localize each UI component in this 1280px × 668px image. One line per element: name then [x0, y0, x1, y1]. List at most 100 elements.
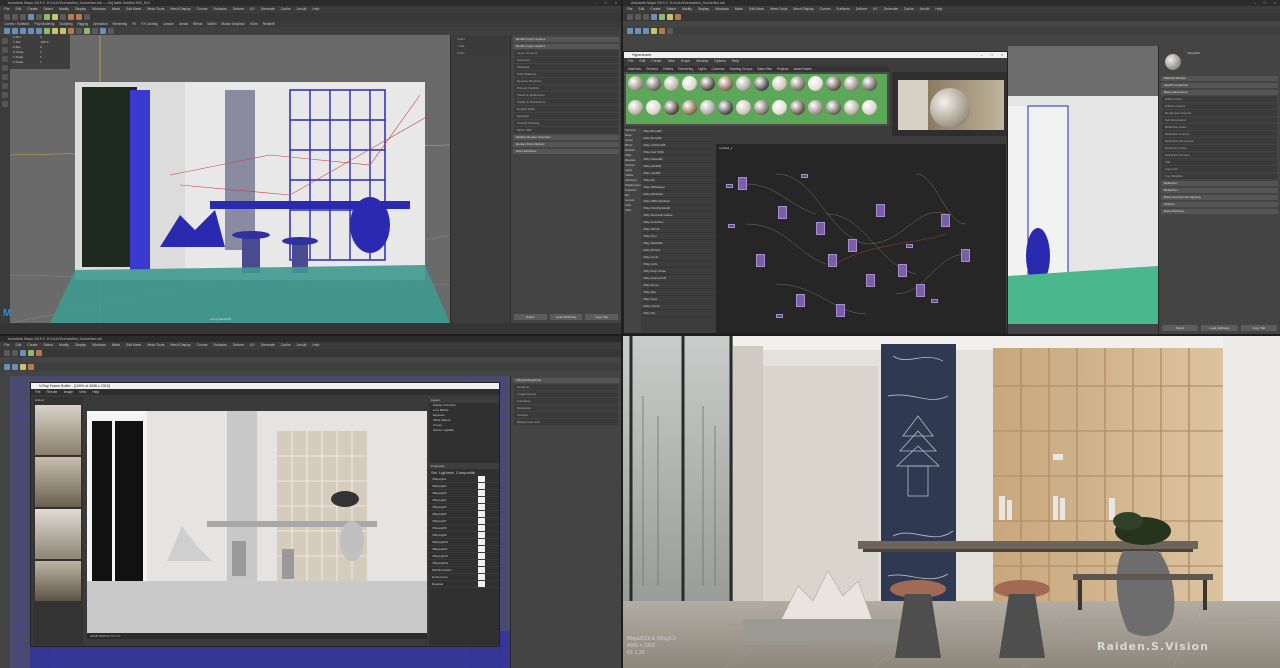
- menu-item[interactable]: Arnold: [297, 6, 307, 13]
- material-thumbnail[interactable]: [772, 76, 787, 91]
- lightmix-tab[interactable]: Composite: [456, 470, 475, 475]
- create-node-item[interactable]: VRay Mtl2Sided: [641, 191, 713, 198]
- snap-grid-icon[interactable]: [659, 14, 665, 20]
- move-tool-icon[interactable]: [2, 65, 8, 71]
- sphere-icon[interactable]: [4, 28, 10, 34]
- shader-node[interactable]: [848, 239, 857, 252]
- menu-item[interactable]: Mesh Tools: [147, 342, 164, 349]
- menu-item[interactable]: Display: [75, 6, 86, 13]
- material-thumbnail[interactable]: [808, 100, 823, 115]
- browser-tab[interactable]: Materials: [628, 66, 641, 72]
- material-thumbnail[interactable]: [754, 100, 769, 115]
- menu-item[interactable]: File: [627, 6, 632, 13]
- snap-grid-icon[interactable]: [44, 14, 50, 20]
- browser-tab[interactable]: Shading Groups: [729, 66, 752, 72]
- menu-item[interactable]: Deform: [233, 342, 244, 349]
- attr-section-header[interactable]: Material Sample: [1161, 76, 1278, 81]
- material-thumbnail[interactable]: [700, 76, 715, 91]
- attr-section-header[interactable]: Options: [1161, 202, 1278, 207]
- new-scene-icon[interactable]: [4, 350, 10, 356]
- shader-node[interactable]: [898, 264, 907, 277]
- menu-item[interactable]: Graph: [681, 58, 690, 64]
- menu-item[interactable]: View: [79, 389, 86, 395]
- attr-row[interactable]: Opposite: [514, 113, 618, 119]
- material-thumbnail[interactable]: [664, 76, 679, 91]
- shader-node[interactable]: [756, 254, 765, 267]
- menu-item[interactable]: UV: [250, 342, 255, 349]
- menu-item[interactable]: Mesh Tools: [770, 6, 787, 13]
- select-icon[interactable]: [20, 350, 26, 356]
- lightmix-row[interactable]: Self-illumination: [429, 567, 499, 574]
- menu-item[interactable]: File: [4, 6, 9, 13]
- save-icon[interactable]: [12, 350, 18, 356]
- material-thumbnail[interactable]: [628, 76, 643, 91]
- menu-item[interactable]: Modify: [682, 6, 692, 13]
- create-node-item[interactable]: VRay Texel: [641, 296, 713, 303]
- select-icon[interactable]: [28, 14, 34, 20]
- snap-grid-icon[interactable]: [28, 350, 34, 356]
- load-attributes-button[interactable]: Load Attributes: [549, 314, 583, 320]
- file-node[interactable]: [776, 314, 783, 318]
- attr-row[interactable]: Refraction Amount: [1162, 152, 1277, 158]
- menu-item[interactable]: Tabs: [668, 58, 675, 64]
- lasso-tool-icon[interactable]: [2, 47, 8, 53]
- viewport-persp[interactable]: [1008, 46, 1158, 324]
- menu-item[interactable]: Mesh Display: [170, 342, 190, 349]
- create-node-item[interactable]: VRay FlakesMtl: [641, 156, 713, 163]
- menu-item[interactable]: Windows: [92, 342, 106, 349]
- layout-four-icon[interactable]: [2, 101, 8, 107]
- cube-icon[interactable]: [12, 28, 18, 34]
- create-node-item[interactable]: VRay Skin: [641, 289, 713, 296]
- material-thumbnail[interactable]: [718, 76, 733, 91]
- attr-row[interactable]: Background color: [514, 419, 618, 425]
- create-node-item[interactable]: VRay Plugin Node: [641, 268, 713, 275]
- lightmix-row[interactable]: Residual: [429, 581, 499, 588]
- plane-icon[interactable]: [36, 28, 42, 34]
- lightmix-row[interactable]: VRayLight7: [429, 518, 499, 525]
- open-icon[interactable]: [12, 14, 18, 20]
- menu-item[interactable]: Mesh: [112, 342, 120, 349]
- attr-section-header[interactable]: Extra Attributes: [1161, 209, 1278, 214]
- menu-item[interactable]: Surfaces: [213, 342, 226, 349]
- lightmix-row[interactable]: VRayLight9: [429, 532, 499, 539]
- attr-row[interactable]: Self-Illumination: [1162, 117, 1277, 123]
- menu-item[interactable]: Generate: [884, 6, 898, 13]
- menu-item[interactable]: Surfaces: [836, 6, 849, 13]
- menu-item[interactable]: Arnold: [297, 342, 307, 349]
- menu-item[interactable]: UV: [250, 6, 255, 13]
- cylinder-icon[interactable]: [20, 28, 26, 34]
- shader-node[interactable]: [941, 214, 950, 227]
- material-thumbnail[interactable]: [646, 100, 661, 115]
- material-icon[interactable]: [28, 364, 34, 370]
- history-thumb[interactable]: [35, 457, 81, 507]
- menu-item[interactable]: Mesh Display: [793, 6, 813, 13]
- attr-row[interactable]: Fog Color: [1162, 166, 1277, 172]
- menu-item[interactable]: Select: [667, 6, 676, 13]
- browser-tab[interactable]: Rendering: [678, 66, 693, 72]
- render-icon[interactable]: [36, 350, 42, 356]
- attr-row[interactable]: Primary Visibility: [514, 85, 618, 91]
- material-thumbnail[interactable]: [844, 76, 859, 91]
- shader-node[interactable]: [828, 254, 837, 267]
- browser-tab[interactable]: Cameras: [712, 66, 725, 72]
- attr-row[interactable]: Geometry: [514, 57, 618, 63]
- cylinder-icon[interactable]: [643, 28, 649, 34]
- menu-item[interactable]: Cache: [281, 6, 291, 13]
- attr-row[interactable]: Fog Multiplier: [1162, 173, 1277, 179]
- menu-item[interactable]: Edit Mesh: [749, 6, 764, 13]
- select-icon[interactable]: [651, 14, 657, 20]
- shader-node[interactable]: [916, 284, 925, 297]
- channel-row[interactable]: Z-Scale 1: [10, 60, 70, 65]
- create-node-item[interactable]: VRay Mtl Hair: [641, 247, 713, 254]
- menu-item[interactable]: Arnold: [920, 6, 930, 13]
- menu-item[interactable]: Modify: [59, 6, 69, 13]
- light-icon[interactable]: [651, 28, 657, 34]
- open-icon[interactable]: [635, 14, 641, 20]
- cone-icon[interactable]: [28, 28, 34, 34]
- menu-item[interactable]: Edit Mesh: [126, 6, 141, 13]
- lasso-icon[interactable]: [36, 14, 42, 20]
- lightmix-row[interactable]: VRayLight12: [429, 553, 499, 560]
- attr-row[interactable]: Renderer: [514, 384, 618, 390]
- create-node-item[interactable]: VRay PointParticleMtl: [641, 205, 713, 212]
- menu-item[interactable]: Help: [312, 6, 319, 13]
